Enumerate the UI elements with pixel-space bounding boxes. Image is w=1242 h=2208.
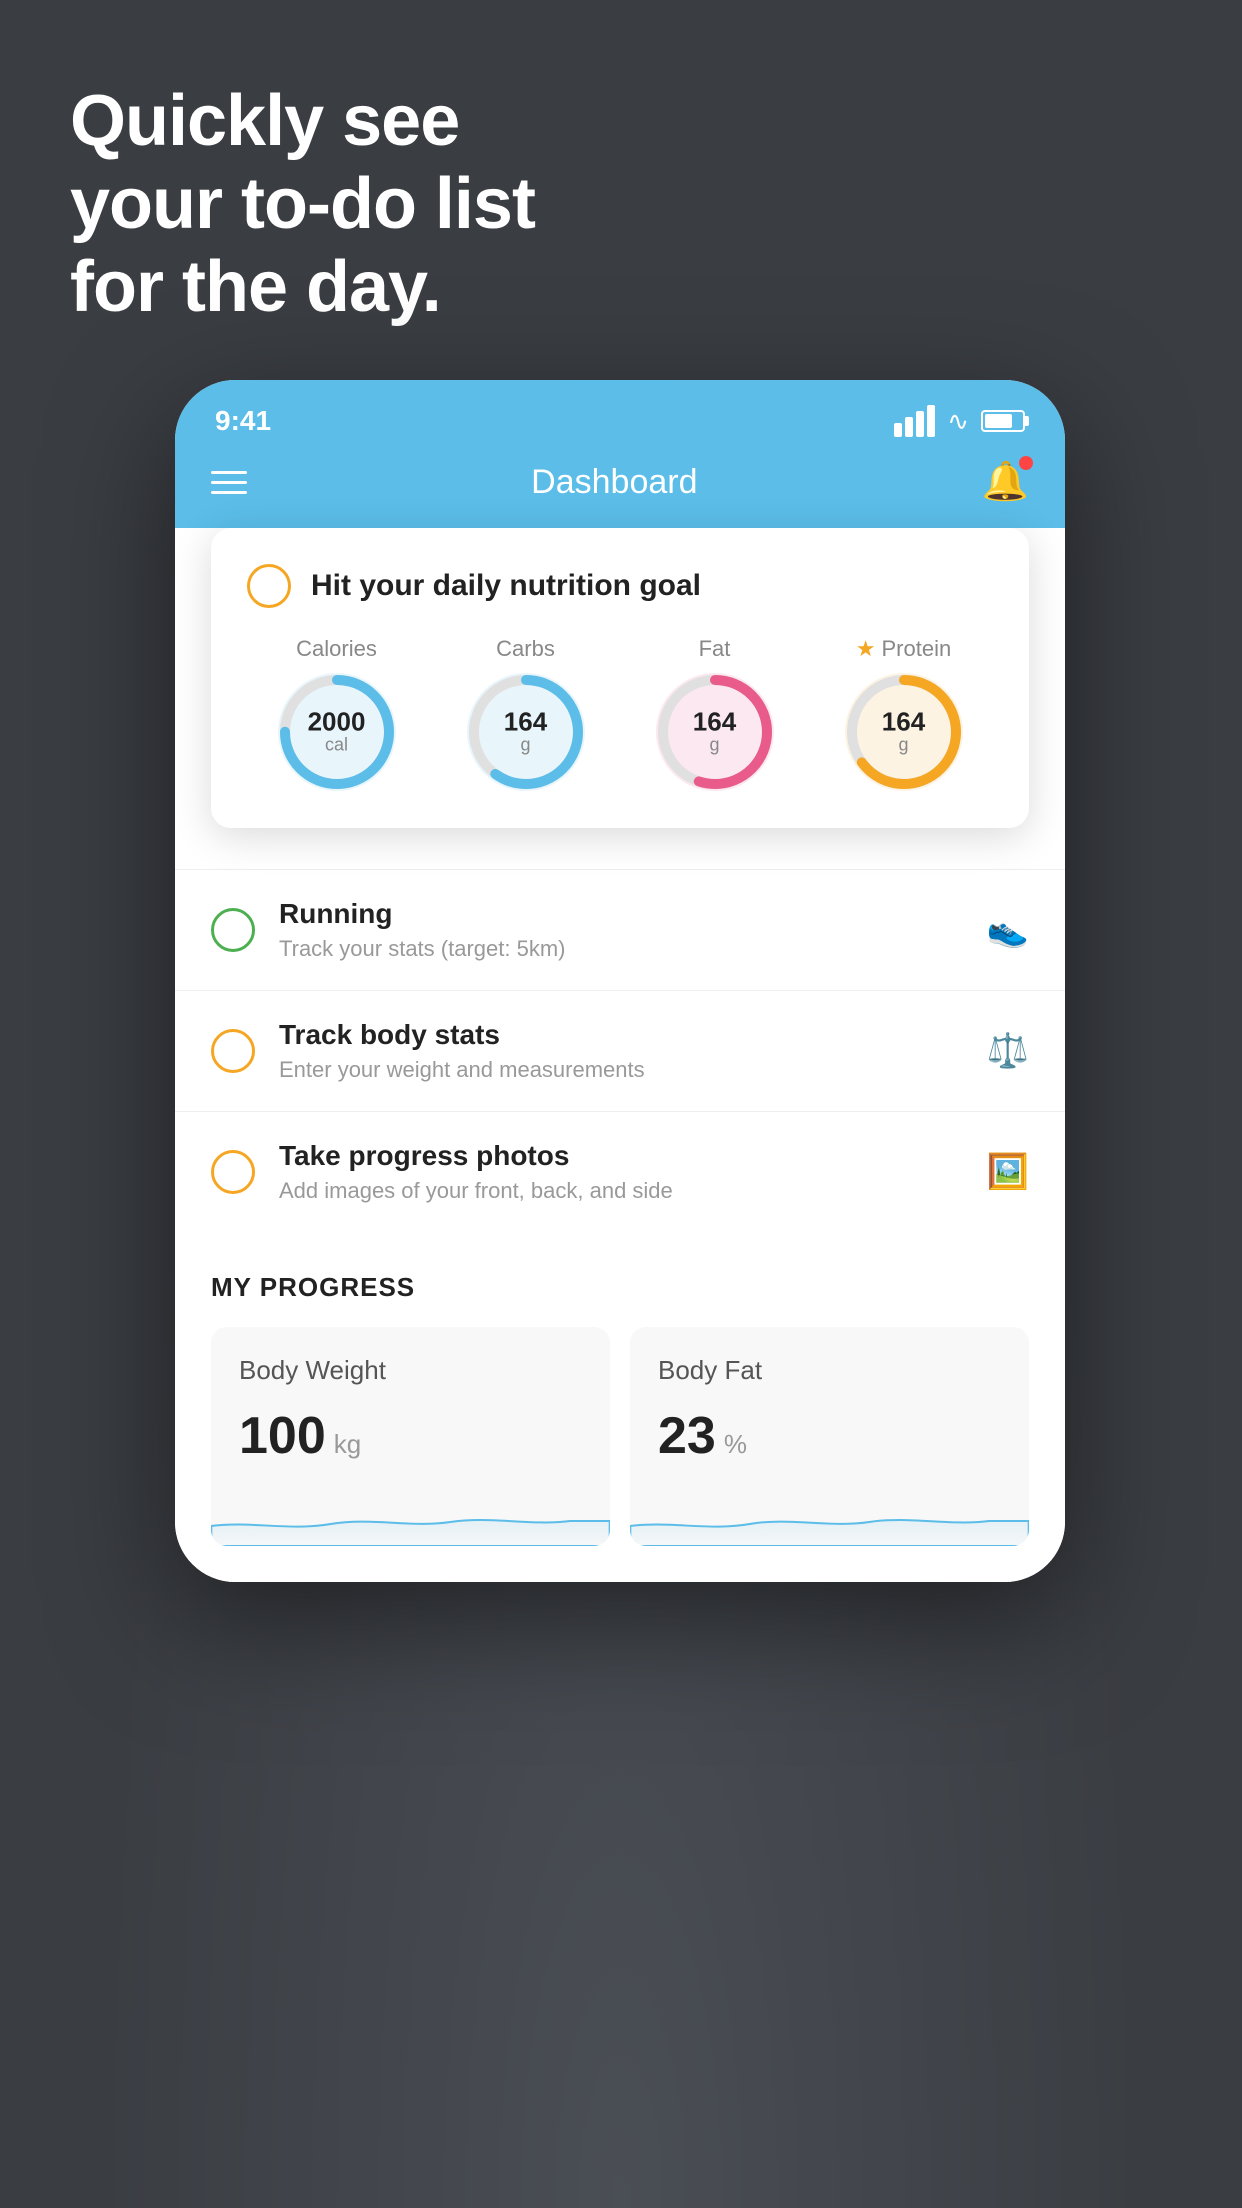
todo-item[interactable]: Running Track your stats (target: 5km) 👟 (175, 869, 1065, 990)
todo-icon: 🖼️ (987, 1152, 1029, 1192)
status-icons: ∿ (894, 405, 1025, 437)
nutrition-checkbox[interactable] (247, 564, 291, 608)
progress-value-row: 23 % (658, 1406, 1001, 1466)
signal-icon (894, 405, 935, 437)
progress-card-title: Body Weight (239, 1355, 582, 1386)
progress-card[interactable]: Body Fat 23 % (630, 1327, 1029, 1546)
progress-card-title: Body Fat (658, 1355, 1001, 1386)
todo-title: Take progress photos (279, 1140, 963, 1172)
nav-title: Dashboard (531, 463, 697, 502)
battery-icon (981, 410, 1025, 432)
star-icon: ★ (856, 636, 876, 662)
todo-subtitle: Track your stats (target: 5km) (279, 936, 963, 962)
nutrition-item-carbs: Carbs 164 g (466, 636, 586, 792)
headline-line3: for the day. (70, 246, 535, 329)
nutrition-label-text: Fat (699, 636, 731, 662)
donut-chart: 164 g (844, 672, 964, 792)
donut-chart: 164 g (466, 672, 586, 792)
nutrition-label-protein: ★Protein (856, 636, 951, 662)
hamburger-menu[interactable] (211, 471, 247, 494)
progress-header: MY PROGRESS (211, 1272, 1029, 1303)
todo-icon: ⚖️ (987, 1031, 1029, 1071)
nutrition-label-text: Carbs (496, 636, 555, 662)
nutrition-item-fat: Fat 164 g (655, 636, 775, 792)
progress-unit: kg (334, 1429, 361, 1460)
nutrition-label-text: Protein (882, 636, 952, 662)
donut-unit: g (504, 735, 547, 756)
todo-title: Running (279, 898, 963, 930)
main-content: THINGS TO DO TODAY Hit your daily nutrit… (175, 528, 1065, 1582)
nutrition-item-calories: Calories 2000 cal (277, 636, 397, 792)
wifi-icon: ∿ (947, 406, 969, 437)
progress-value: 23 (658, 1406, 716, 1466)
todo-checkbox[interactable] (211, 1150, 255, 1194)
nutrition-label-carbs: Carbs (496, 636, 555, 662)
todo-item[interactable]: Track body stats Enter your weight and m… (175, 990, 1065, 1111)
todo-content: Track body stats Enter your weight and m… (279, 1019, 963, 1083)
todo-subtitle: Add images of your front, back, and side (279, 1178, 963, 1204)
wave-chart (630, 1486, 1029, 1546)
nutrition-label-fat: Fat (699, 636, 731, 662)
nutrition-card: Hit your daily nutrition goal Calories 2… (211, 528, 1029, 828)
progress-cards: Body Weight 100 kg Body Fat 23 % (211, 1327, 1029, 1582)
status-bar: 9:41 ∿ (175, 380, 1065, 444)
wave-chart (211, 1486, 610, 1546)
bell-icon[interactable]: 🔔 (982, 460, 1029, 504)
donut-unit: g (882, 735, 925, 756)
nutrition-grid: Calories 2000 cal Carbs 164 g Fat 164 g (247, 636, 993, 792)
todo-title: Track body stats (279, 1019, 963, 1051)
nutrition-item-protein: ★Protein 164 g (844, 636, 964, 792)
todo-checkbox[interactable] (211, 908, 255, 952)
nav-bar: Dashboard 🔔 (175, 444, 1065, 528)
nutrition-label-calories: Calories (296, 636, 377, 662)
headline-line1: Quickly see (70, 80, 535, 163)
nutrition-card-title: Hit your daily nutrition goal (311, 569, 701, 603)
donut-chart: 164 g (655, 672, 775, 792)
donut-value: 164 (693, 709, 736, 735)
todo-icon: 👟 (987, 910, 1029, 950)
headline: Quickly see your to-do list for the day. (70, 80, 535, 328)
progress-unit: % (724, 1429, 747, 1460)
status-time: 9:41 (215, 405, 271, 437)
donut-unit: cal (308, 735, 366, 756)
donut-unit: g (693, 735, 736, 756)
todo-content: Running Track your stats (target: 5km) (279, 898, 963, 962)
progress-value-row: 100 kg (239, 1406, 582, 1466)
todo-checkbox[interactable] (211, 1029, 255, 1073)
donut-value: 2000 (308, 709, 366, 735)
donut-value: 164 (882, 709, 925, 735)
headline-line2: your to-do list (70, 163, 535, 246)
donut-chart: 2000 cal (277, 672, 397, 792)
todo-subtitle: Enter your weight and measurements (279, 1057, 963, 1083)
todo-content: Take progress photos Add images of your … (279, 1140, 963, 1204)
notification-dot (1019, 456, 1033, 470)
progress-card[interactable]: Body Weight 100 kg (211, 1327, 610, 1546)
donut-value: 164 (504, 709, 547, 735)
todo-item[interactable]: Take progress photos Add images of your … (175, 1111, 1065, 1232)
phone-mockup: 9:41 ∿ Dashboard 🔔 THINGS TO DO TODAY (175, 380, 1065, 1582)
progress-value: 100 (239, 1406, 326, 1466)
nutrition-label-text: Calories (296, 636, 377, 662)
progress-section: MY PROGRESS Body Weight 100 kg Body Fat (175, 1232, 1065, 1582)
